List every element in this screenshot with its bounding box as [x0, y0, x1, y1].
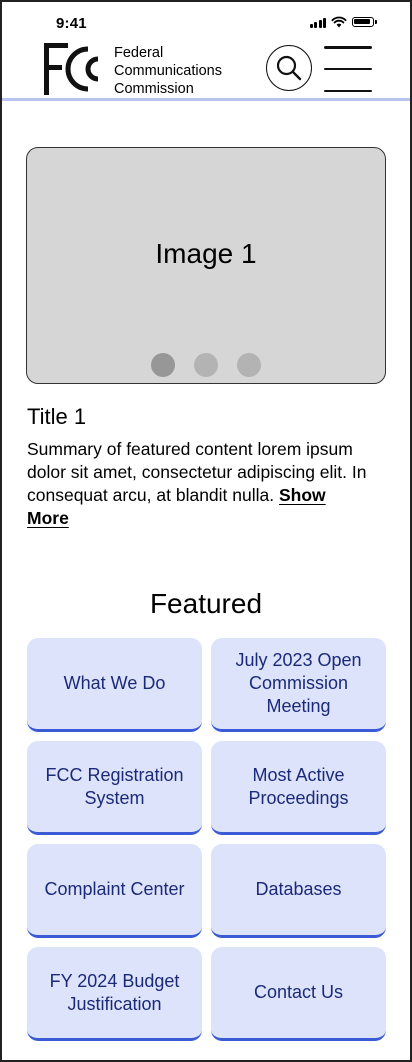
- featured-tile-complaint-center[interactable]: Complaint Center: [27, 844, 202, 938]
- agency-name: Federal Communications Commission: [114, 44, 222, 98]
- carousel-dot-3[interactable]: [237, 353, 261, 377]
- status-time: 9:41: [56, 15, 87, 32]
- fcc-logo[interactable]: [42, 41, 108, 97]
- featured-links-grid: What We Do July 2023 Open Commission Mee…: [27, 638, 386, 1041]
- search-button[interactable]: [266, 45, 312, 91]
- featured-tile-active-proceedings[interactable]: Most Active Proceedings: [211, 741, 386, 835]
- battery-icon: [352, 17, 377, 27]
- status-bar: 9:41: [2, 2, 410, 38]
- menu-bar: [324, 67, 372, 71]
- featured-heading: Featured: [149, 588, 263, 619]
- featured-tile-contact-us[interactable]: Contact Us: [211, 947, 386, 1041]
- carousel-pagination: [27, 353, 385, 377]
- agency-name-line: Communications: [114, 63, 222, 79]
- search-icon: [276, 55, 302, 81]
- featured-tile-budget-justification[interactable]: FY 2024 Budget Justification: [27, 947, 202, 1041]
- featured-tile-open-meeting[interactable]: July 2023 Open Commission Meeting: [211, 638, 386, 732]
- wifi-icon: [331, 16, 347, 28]
- app-screen: 9:41 Federal Communications Commission I…: [0, 0, 412, 1062]
- status-icons: [309, 16, 377, 28]
- featured-carousel[interactable]: Image 1: [26, 147, 386, 384]
- carousel-dot-1[interactable]: [151, 353, 175, 377]
- menu-bar: [324, 89, 372, 92]
- feature-title: Title 1: [27, 404, 87, 429]
- featured-tile-databases[interactable]: Databases: [211, 844, 386, 938]
- carousel-image-placeholder: Image 1: [155, 238, 257, 269]
- agency-name-line: Federal: [114, 45, 164, 61]
- feature-summary: Summary of featured content lorem ipsum …: [27, 438, 372, 530]
- menu-bar: [324, 46, 372, 49]
- site-header: Federal Communications Commission: [2, 38, 410, 98]
- carousel-dot-2[interactable]: [194, 353, 218, 377]
- featured-tile-registration-system[interactable]: FCC Registration System: [27, 741, 202, 835]
- header-divider: [2, 98, 410, 101]
- signal-icon: [309, 17, 326, 28]
- agency-name-line: Commission: [114, 81, 194, 97]
- hamburger-menu-icon[interactable]: [324, 46, 372, 92]
- featured-tile-what-we-do[interactable]: What We Do: [27, 638, 202, 732]
